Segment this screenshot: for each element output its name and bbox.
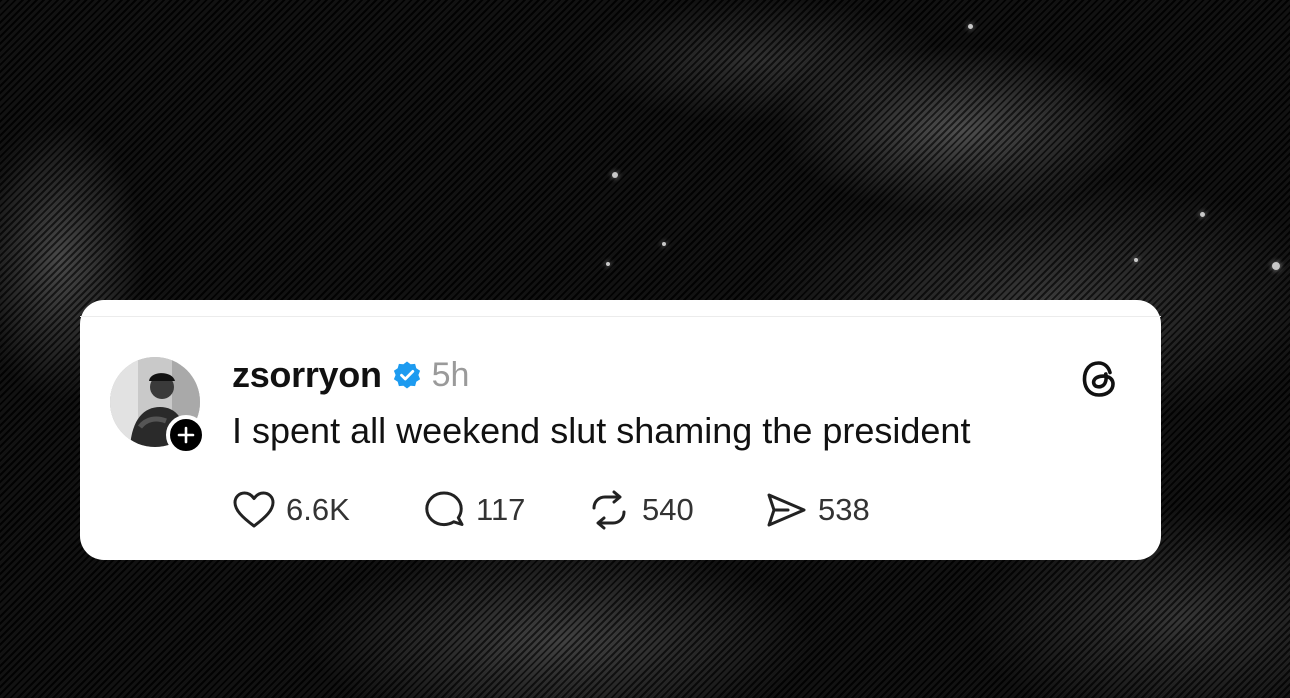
background-star bbox=[606, 262, 610, 266]
background: zsorryon 5h I spent all weekend slut sha… bbox=[0, 0, 1290, 698]
background-star bbox=[1272, 262, 1280, 270]
verified-badge-icon bbox=[392, 360, 422, 390]
comment-icon bbox=[425, 491, 464, 527]
share-count: 538 bbox=[818, 492, 870, 527]
post-timestamp: 5h bbox=[431, 355, 470, 394]
heart-icon bbox=[233, 491, 275, 528]
reply-count: 117 bbox=[476, 492, 526, 527]
post-actions: 6.6K 117 540 538 bbox=[232, 488, 870, 532]
send-icon bbox=[767, 493, 806, 527]
author-avatar-wrapper[interactable] bbox=[110, 357, 206, 455]
background-star bbox=[968, 24, 973, 29]
threads-post-card[interactable]: zsorryon 5h I spent all weekend slut sha… bbox=[80, 300, 1161, 560]
repost-button[interactable]: 540 bbox=[586, 489, 764, 531]
background-star bbox=[662, 242, 666, 246]
share-button[interactable]: 538 bbox=[764, 490, 870, 530]
username[interactable]: zsorryon bbox=[232, 354, 382, 396]
post-header: zsorryon 5h bbox=[232, 352, 469, 398]
background-star bbox=[612, 172, 618, 178]
post-text: I spent all weekend slut shaming the pre… bbox=[232, 410, 971, 451]
repost-icon bbox=[592, 490, 626, 530]
repost-count: 540 bbox=[642, 492, 694, 527]
background-star bbox=[1134, 258, 1138, 262]
threads-logo-icon[interactable] bbox=[1079, 358, 1121, 400]
background-star bbox=[1200, 212, 1205, 217]
follow-button[interactable] bbox=[166, 415, 206, 455]
reply-button[interactable]: 117 bbox=[422, 489, 586, 531]
like-button[interactable]: 6.6K bbox=[232, 490, 422, 530]
plus-icon bbox=[177, 426, 195, 444]
like-count: 6.6K bbox=[286, 492, 350, 527]
